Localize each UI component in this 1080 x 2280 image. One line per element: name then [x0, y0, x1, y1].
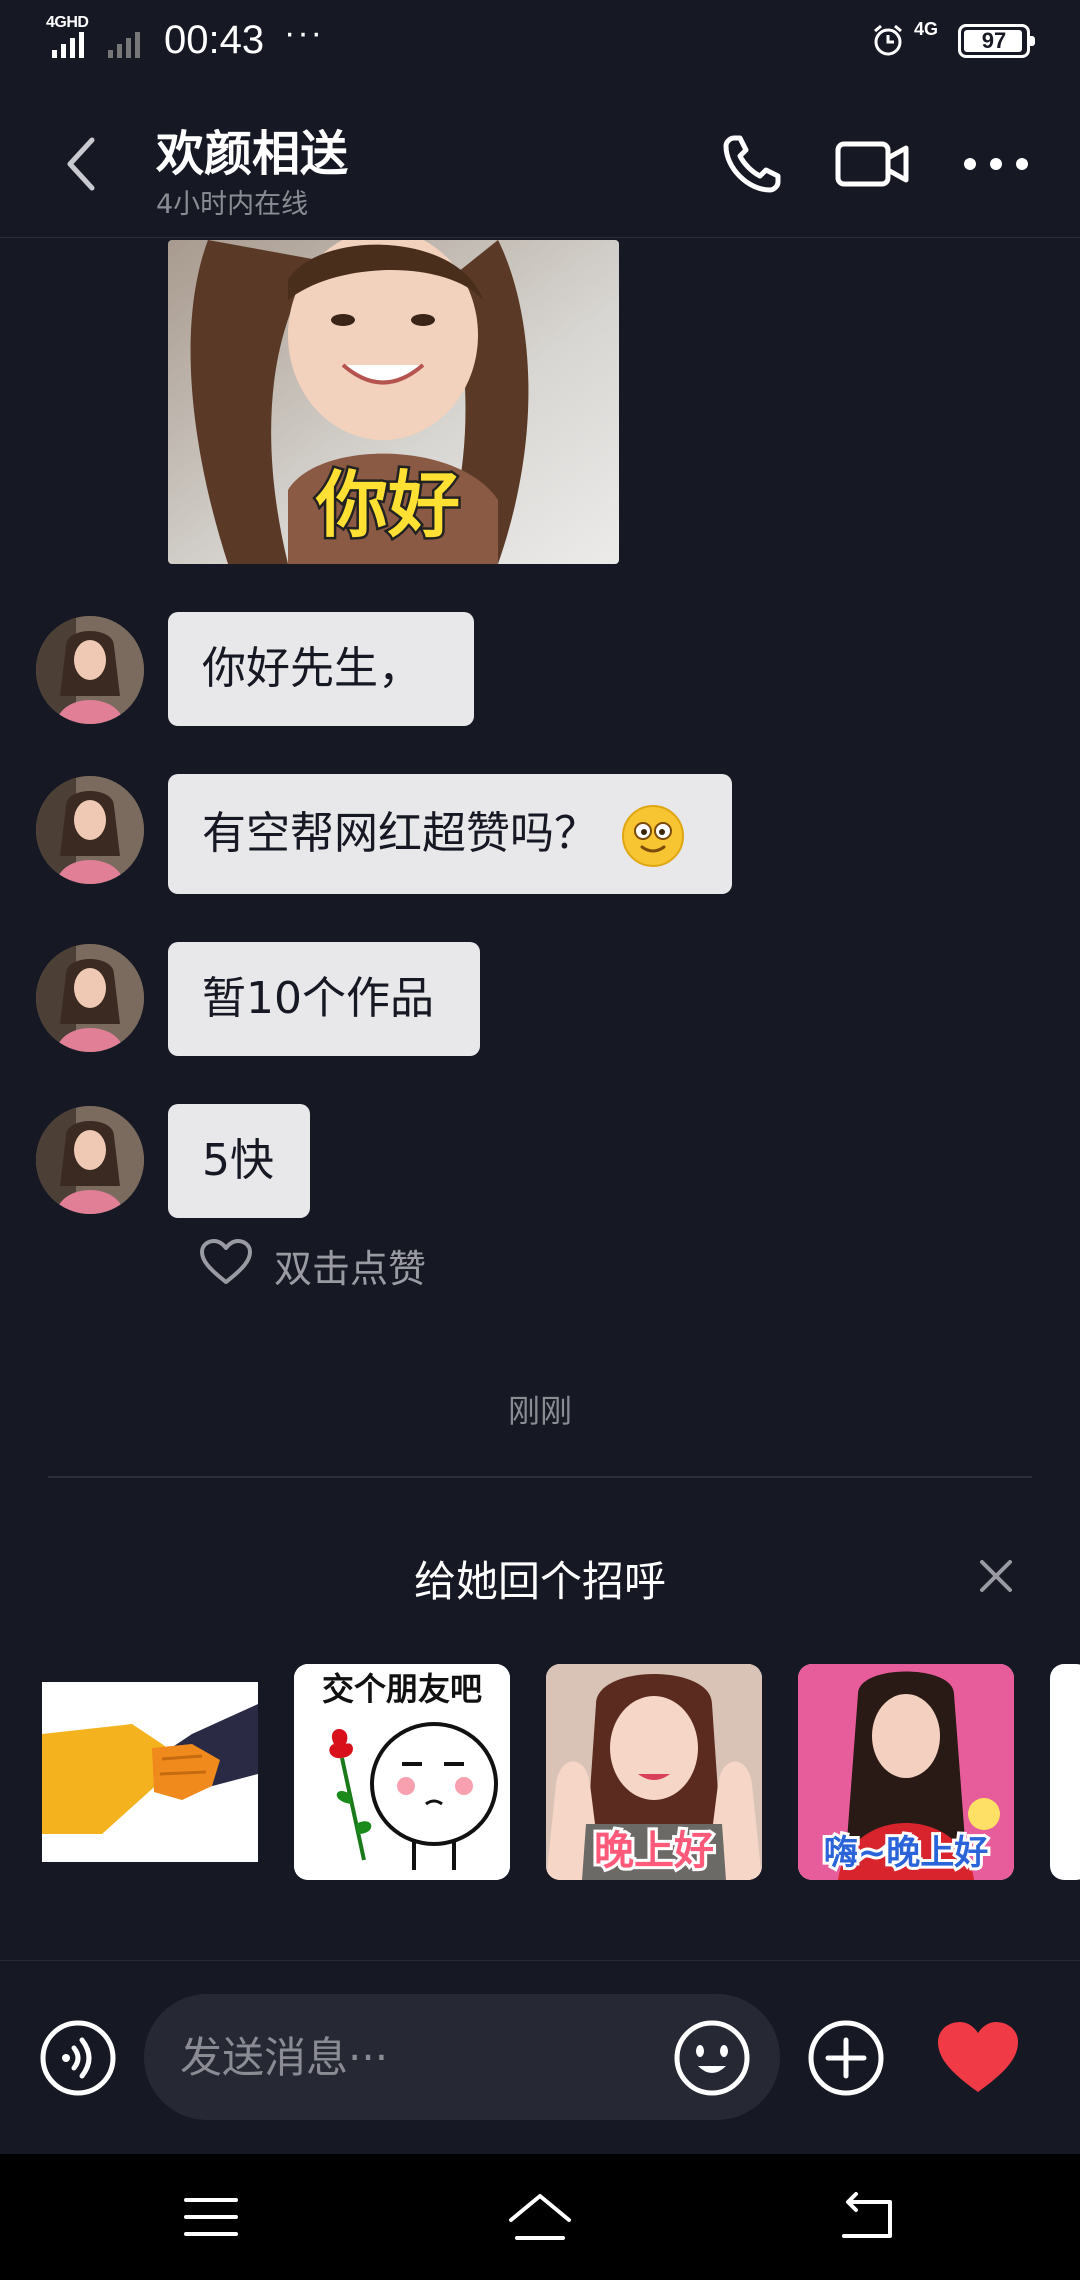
home-icon[interactable]	[505, 2182, 575, 2252]
close-icon[interactable]	[972, 1552, 1020, 1600]
sticker-caption: 你好	[315, 463, 460, 547]
message-bubble[interactable]: 有空帮网红超赞吗？	[168, 774, 732, 894]
greeting-sticker-partial[interactable]	[1050, 1664, 1080, 1880]
sticker-caption: 交个朋友吧	[322, 1670, 482, 1708]
back-arrow-icon[interactable]	[48, 124, 118, 204]
mobile-data-label: 4G	[914, 19, 939, 39]
greeting-sticker-hi-good-evening[interactable]: 嗨~晚上好	[798, 1664, 1014, 1880]
chat-header: 欢颜相送 4小时内在线	[0, 84, 1080, 238]
greeting-sticker-good-evening[interactable]: 晚上好	[546, 1664, 762, 1880]
heart-like-icon[interactable]	[934, 2018, 1022, 2098]
greeting-sticker-handshake[interactable]	[42, 1664, 258, 1880]
phone-icon[interactable]	[712, 124, 792, 204]
message-text: 有空帮网红超赞吗？	[202, 808, 598, 859]
contact-online-status: 4小时内在线	[156, 189, 309, 220]
add-plus-icon[interactable]	[806, 2018, 886, 2098]
input-divider	[0, 1960, 1080, 1961]
message-bubble[interactable]: 暂10个作品	[168, 942, 480, 1056]
heart-outline-icon	[200, 1239, 252, 1284]
signal-strength-icon	[52, 32, 140, 58]
avatar[interactable]	[36, 776, 144, 884]
section-divider	[48, 1476, 1032, 1478]
message-text: 5快	[202, 1135, 274, 1186]
greeting-sticker-make-friends[interactable]: 交个朋友吧	[294, 1664, 510, 1880]
sticker-caption: 晚上好	[594, 1828, 714, 1874]
avatar[interactable]	[36, 616, 144, 724]
emoji-face-icon[interactable]	[672, 2018, 752, 2098]
video-camera-icon[interactable]	[832, 124, 912, 204]
battery-icon: 97	[958, 24, 1035, 58]
more-dots-icon[interactable]	[956, 124, 1036, 204]
like-hint-label: 双击点赞	[274, 1247, 427, 1291]
message-bubble[interactable]: 5快	[168, 1104, 310, 1218]
smiling-face-emoji-icon	[622, 805, 684, 867]
avatar[interactable]	[36, 944, 144, 1052]
avatar[interactable]	[36, 1106, 144, 1214]
battery-level: 97	[981, 28, 1007, 53]
greeting-sticker-list[interactable]: 交个朋友吧 晚上好 嗨~晚上好	[0, 1664, 1080, 1884]
sticker-caption: 嗨~晚上好	[824, 1833, 989, 1873]
message-bubble[interactable]: 你好先生，	[168, 612, 474, 726]
message-timestamp: 刚刚	[507, 1392, 572, 1430]
status-bar: 4GHD 00:43 ··· 4G 97	[0, 0, 1080, 84]
message-text: 暂10个作品	[202, 973, 434, 1024]
alarm-clock-icon	[874, 24, 902, 56]
message-text: 你好先生，	[202, 643, 422, 694]
greeting-title: 给她回个招呼	[413, 1557, 666, 1606]
notification-more-indicator: ···	[284, 14, 324, 52]
contact-name[interactable]: 欢颜相送	[156, 114, 348, 184]
voice-input-icon[interactable]	[38, 2018, 118, 2098]
menu-icon[interactable]	[176, 2182, 246, 2252]
sticker-image-message[interactable]: 你好	[168, 240, 619, 564]
system-navigation-bar	[0, 2154, 1080, 2280]
back-icon[interactable]	[834, 2182, 904, 2252]
chat-message-list[interactable]: 你好 你好先生， 有空帮网红超赞吗？ 暂10个作品 5快 双击点赞 刚刚	[0, 238, 1080, 1478]
clock-time: 00:43	[164, 18, 265, 62]
